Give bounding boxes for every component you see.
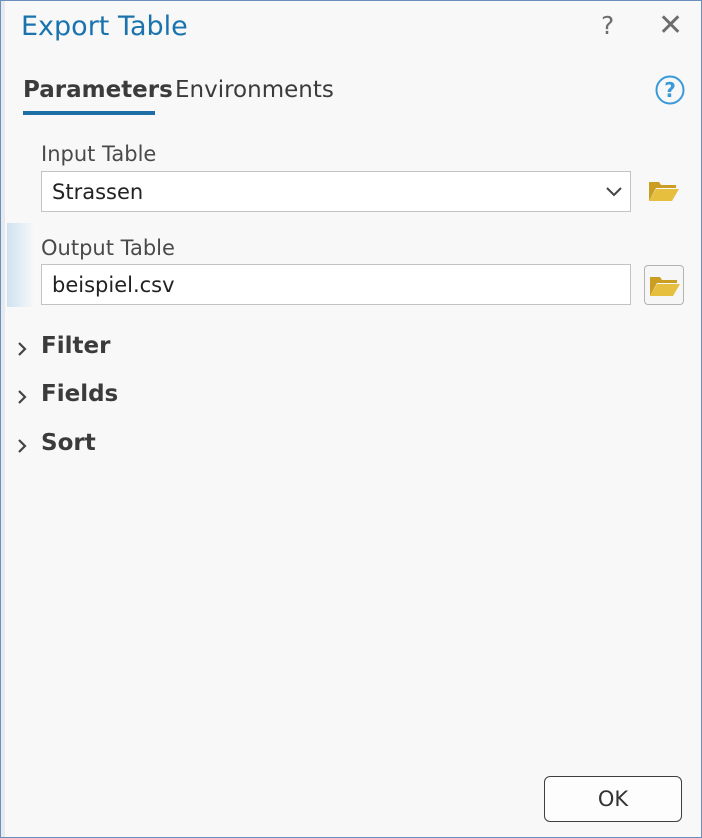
export-table-dialog: Export Table ? ✕ Parameters Environments… [0, 0, 702, 838]
section-sort-label: Sort [41, 430, 96, 456]
question-circle-icon[interactable]: ? [655, 75, 685, 105]
help-button[interactable]: ? [601, 11, 614, 40]
output-table-label: Output Table [41, 236, 175, 260]
active-tab-indicator [23, 111, 155, 115]
section-filter[interactable]: Filter [15, 333, 315, 365]
section-fields-label: Fields [41, 381, 119, 407]
tab-parameters[interactable]: Parameters [23, 77, 173, 103]
chevron-right-icon [18, 342, 27, 356]
section-filter-label: Filter [41, 333, 111, 359]
tab-environments[interactable]: Environments [175, 77, 334, 103]
input-table-dropdown[interactable]: Strassen [41, 171, 631, 212]
folder-open-icon [649, 182, 679, 201]
svg-text:?: ? [664, 78, 676, 102]
input-table-value: Strassen [52, 180, 144, 204]
output-table-value: beispiel.csv [52, 273, 175, 297]
output-table-browse-button[interactable] [644, 265, 684, 305]
dialog-title: Export Table [21, 11, 188, 42]
folder-open-icon [650, 277, 680, 296]
chevron-right-icon [18, 390, 27, 404]
chevron-down-icon[interactable] [604, 181, 624, 201]
close-button[interactable]: ✕ [658, 8, 683, 43]
section-fields[interactable]: Fields [15, 381, 315, 413]
section-sort[interactable]: Sort [15, 430, 315, 462]
ok-button[interactable]: OK [544, 776, 682, 822]
chevron-right-icon [18, 439, 27, 453]
output-table-input[interactable]: beispiel.csv [41, 264, 631, 305]
input-table-label: Input Table [41, 142, 157, 166]
input-table-browse-button[interactable] [644, 171, 684, 211]
left-edge-strip [1, 1, 5, 837]
active-parameter-highlight [7, 223, 35, 307]
